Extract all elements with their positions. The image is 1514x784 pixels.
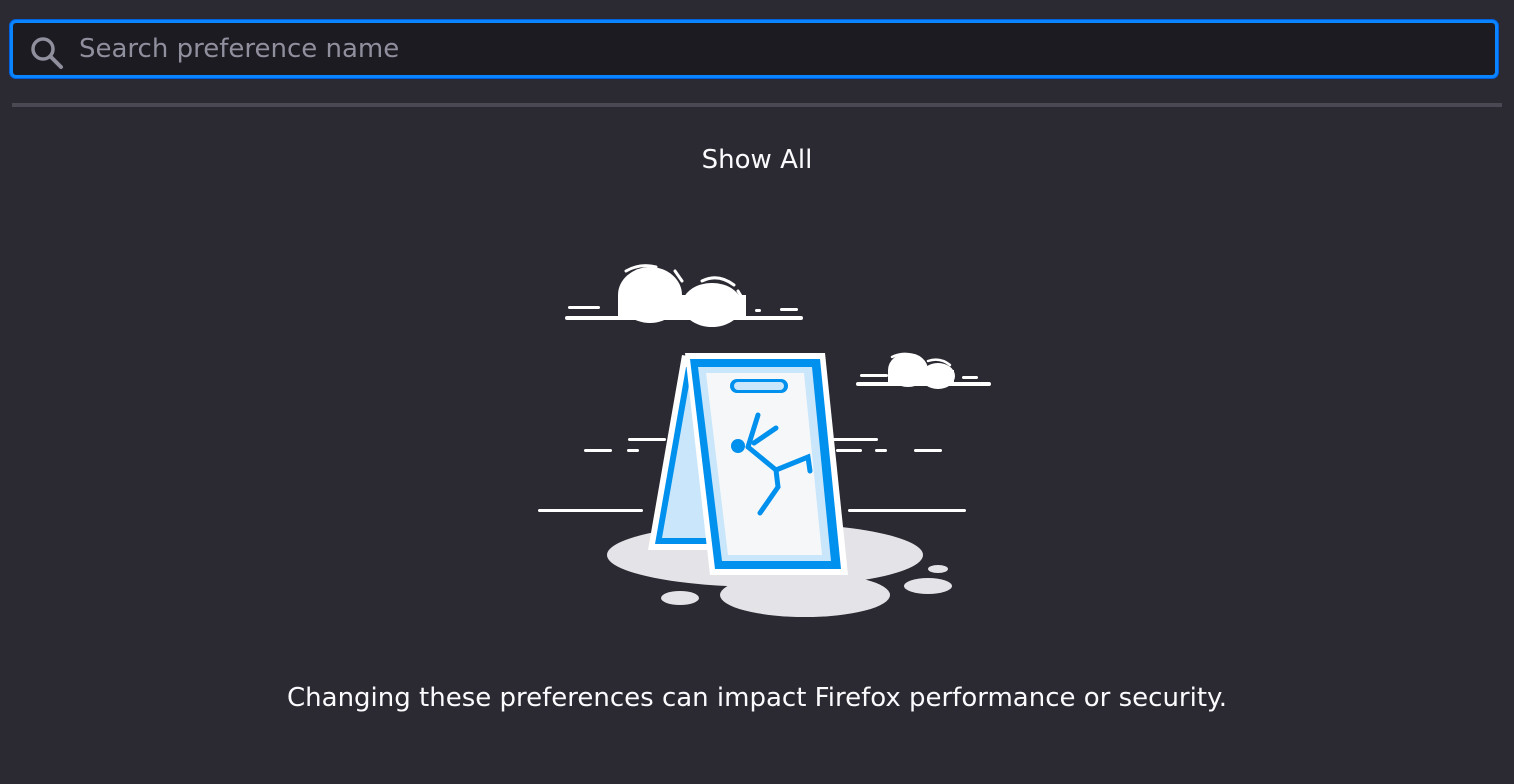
caution-sign-illustration xyxy=(538,264,991,617)
search-input[interactable] xyxy=(79,23,1479,75)
warning-text: Changing these preferences can impact Fi… xyxy=(287,683,1227,713)
search-icon xyxy=(31,37,63,69)
search-field[interactable] xyxy=(10,20,1498,78)
show-all-button[interactable]: Show All xyxy=(657,140,857,180)
about-config-page: Show All xyxy=(0,0,1514,784)
divider xyxy=(12,103,1502,107)
